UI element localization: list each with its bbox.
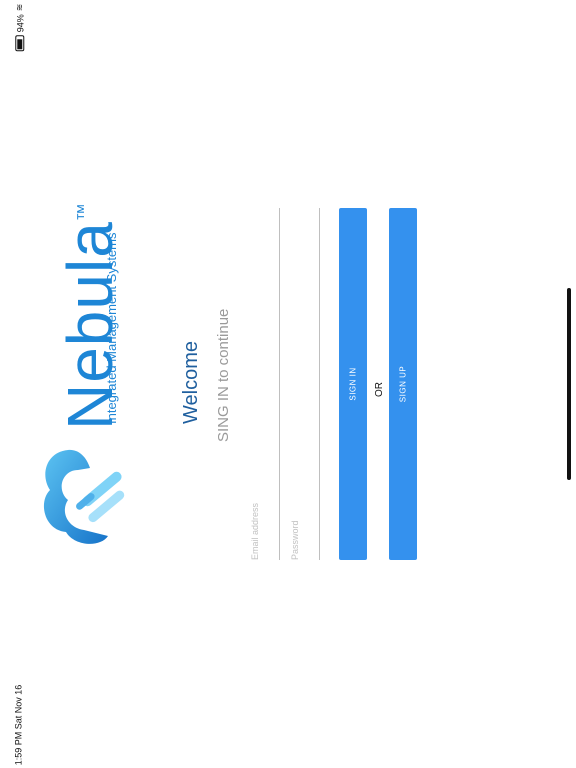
home-indicator[interactable] [567, 288, 571, 480]
password-field-underline [319, 208, 320, 560]
trademark-symbol: ™ [73, 202, 94, 222]
battery-icon [15, 35, 25, 52]
brand-logo: Nebula™ [38, 202, 138, 550]
sign-in-label: SIGN IN [348, 367, 358, 401]
sign-up-label: SIGN UP [398, 365, 408, 403]
welcome-title: Welcome [180, 341, 202, 424]
email-field[interactable]: Email address [250, 208, 280, 560]
battery-percent: 94% [14, 14, 25, 33]
password-field[interactable]: Password [290, 208, 320, 560]
password-placeholder: Password [290, 520, 300, 560]
status-indicators: 94% ≋ [14, 4, 25, 52]
sign-up-button[interactable]: SIGN UP [389, 208, 417, 560]
sign-in-button[interactable]: SIGN IN [339, 208, 367, 560]
status-time-date: 1:59 PM Sat Nov 16 [13, 684, 24, 766]
email-field-underline [279, 208, 280, 560]
welcome-subtitle: SING IN to continue [215, 308, 232, 442]
or-divider: OR [374, 382, 385, 397]
brand-tagline: Integrated Management Systems [104, 232, 119, 425]
email-placeholder: Email address [250, 502, 260, 560]
wifi-icon: ≋ [14, 3, 25, 12]
cloud-logo-icon [43, 449, 125, 544]
